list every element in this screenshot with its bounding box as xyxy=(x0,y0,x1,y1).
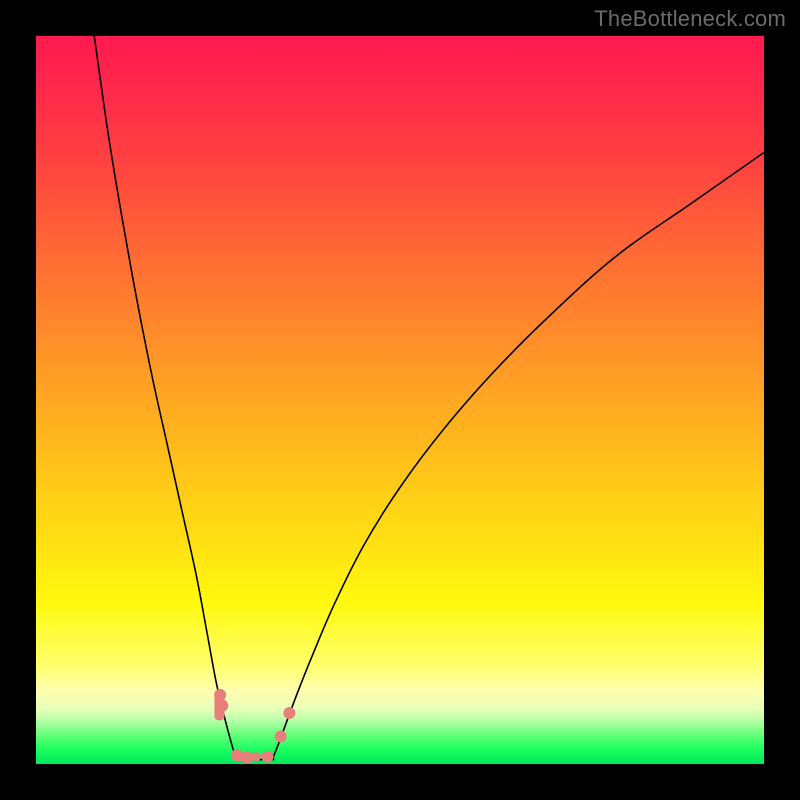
marker-dot xyxy=(216,700,228,712)
marker-dot xyxy=(214,689,226,701)
watermark-text: TheBottleneck.com xyxy=(594,6,786,32)
chart-svg xyxy=(36,36,764,764)
marker-dot xyxy=(262,751,274,763)
marker-dot xyxy=(283,707,295,719)
marker-dot xyxy=(275,730,287,742)
outer-frame: TheBottleneck.com xyxy=(0,0,800,800)
bottleneck-curve xyxy=(94,36,764,760)
plot-area xyxy=(36,36,764,764)
marker-dot xyxy=(241,751,253,763)
marker-dot xyxy=(231,749,243,761)
